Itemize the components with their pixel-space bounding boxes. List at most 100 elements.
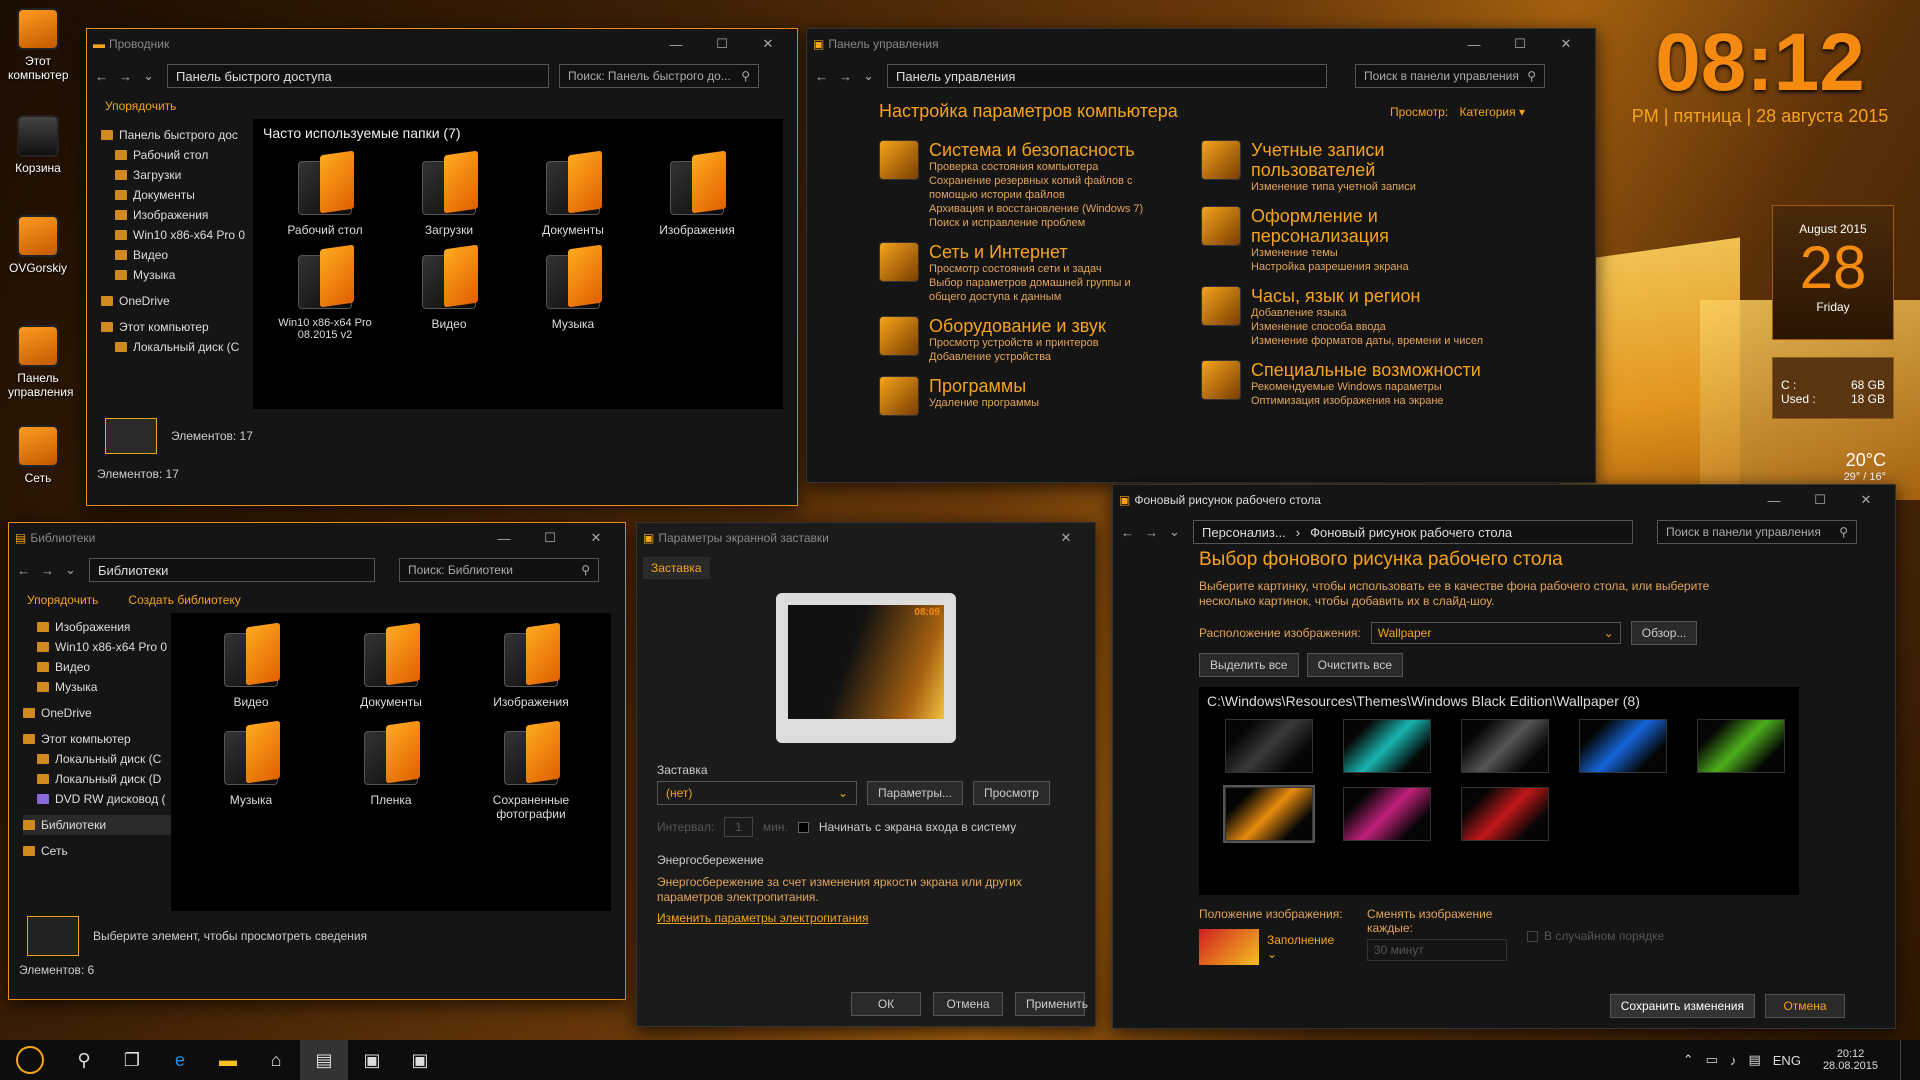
search-input[interactable]: Поиск в панели управления ⚲ bbox=[1657, 520, 1857, 544]
tree-item[interactable]: Музыка bbox=[23, 677, 171, 697]
interval-select[interactable]: 30 минут bbox=[1367, 939, 1507, 961]
power-settings-link[interactable]: Изменить параметры электропитания bbox=[657, 911, 1075, 925]
content-pane[interactable]: Видео Документы Изображения Музыка Пленк… bbox=[171, 613, 611, 911]
tree-item[interactable]: Рабочий стол bbox=[101, 145, 247, 165]
task-link[interactable]: Настройка разрешения экрана bbox=[1251, 260, 1501, 274]
close-button[interactable]: ✕ bbox=[573, 530, 619, 546]
task-link[interactable]: Архивация и восстановление (Windows 7) bbox=[929, 202, 1169, 216]
volume-icon[interactable]: ♪ bbox=[1730, 1053, 1737, 1068]
back-button[interactable]: ← bbox=[95, 69, 109, 84]
folder-item[interactable]: Изображения bbox=[635, 149, 759, 237]
address-bar[interactable]: Библиотеки bbox=[89, 558, 375, 582]
close-button[interactable]: ✕ bbox=[1543, 36, 1589, 52]
forward-button[interactable]: → bbox=[839, 69, 853, 84]
tree-item[interactable]: DVD RW дисковод ( bbox=[23, 789, 171, 809]
back-button[interactable]: ← bbox=[815, 69, 829, 84]
tree-item[interactable]: Локальный диск (D bbox=[23, 769, 171, 789]
preview-button[interactable]: Просмотр bbox=[972, 781, 1050, 805]
cancel-button[interactable]: Отмена bbox=[1765, 994, 1845, 1018]
tree-item[interactable]: Сеть bbox=[23, 841, 171, 861]
task-view-icon[interactable]: ❐ bbox=[108, 1040, 156, 1080]
tree-item[interactable]: OneDrive bbox=[23, 703, 171, 723]
tree-item[interactable]: Win10 x86-x64 Pro 0 bbox=[23, 637, 171, 657]
task-link[interactable]: Оптимизация изображения на экране bbox=[1251, 394, 1481, 408]
maximize-button[interactable]: ☐ bbox=[527, 530, 573, 546]
tree-item[interactable]: Изображения bbox=[101, 205, 247, 225]
category-link[interactable]: Программы bbox=[929, 376, 1039, 396]
desktop-icon-network[interactable]: Сеть bbox=[8, 425, 68, 485]
task-link[interactable]: Изменение форматов даты, времени и чисел bbox=[1251, 334, 1483, 348]
library-item[interactable]: Сохраненные фотографии bbox=[461, 719, 601, 821]
category-link[interactable]: Система и безопасность bbox=[929, 140, 1169, 160]
category-link[interactable]: Специальные возможности bbox=[1251, 360, 1481, 380]
notifications-icon[interactable]: ▤ bbox=[1748, 1052, 1760, 1068]
nav-pane[interactable]: Изображения Win10 x86-x64 Pro 0 Видео Му… bbox=[9, 613, 171, 911]
wallpaper-thumb[interactable] bbox=[1461, 719, 1549, 773]
settings-button[interactable]: Параметры... bbox=[867, 781, 963, 805]
libraries-window[interactable]: ▤ Библиотеки — ☐ ✕ ← → ⌄ Библиотеки Поиск: Биб… bbox=[8, 522, 626, 1000]
history-button[interactable]: ⌄ bbox=[863, 68, 877, 84]
location-select[interactable]: Wallpaper ⌄ bbox=[1370, 622, 1621, 644]
position-select[interactable]: Заполнение ⌄ bbox=[1267, 933, 1347, 961]
tree-item[interactable]: Видео bbox=[23, 657, 171, 677]
wallpaper-gallery[interactable]: C:\Windows\Resources\Themes\Windows Blac… bbox=[1199, 687, 1799, 895]
task-link[interactable]: Рекомендуемые Windows параметры bbox=[1251, 380, 1481, 394]
tree-item[interactable]: Этот компьютер bbox=[101, 317, 247, 337]
start-button[interactable] bbox=[0, 1040, 60, 1080]
tree-item[interactable]: Панель быстрого дос bbox=[101, 125, 247, 145]
file-explorer-icon[interactable]: ▬ bbox=[204, 1040, 252, 1080]
section-header[interactable]: Часто используемые папки (7) bbox=[263, 125, 773, 141]
ok-button[interactable]: ОК bbox=[851, 992, 921, 1016]
organize-button[interactable]: Упорядочить bbox=[27, 593, 98, 607]
tree-item[interactable]: Этот компьютер bbox=[23, 729, 171, 749]
task-link[interactable]: Поиск и исправление проблем bbox=[929, 216, 1169, 230]
control-panel-window[interactable]: ▣ Панель управления — ☐ ✕ ← → ⌄ Панель управле… bbox=[806, 28, 1596, 483]
close-button[interactable]: ✕ bbox=[1843, 492, 1889, 508]
logon-checkbox[interactable] bbox=[797, 821, 809, 833]
library-item[interactable]: Музыка bbox=[181, 719, 321, 821]
tree-item-selected[interactable]: Библиотеки bbox=[23, 815, 171, 835]
minimize-button[interactable]: — bbox=[653, 37, 699, 52]
task-link[interactable]: Добавление языка bbox=[1251, 306, 1483, 320]
content-pane[interactable]: Часто используемые папки (7) Рабочий сто… bbox=[253, 119, 783, 409]
close-button[interactable]: ✕ bbox=[745, 36, 791, 52]
category-link[interactable]: Учетные записи пользователей bbox=[1251, 140, 1501, 180]
view-selector[interactable]: Категория bbox=[1460, 105, 1516, 119]
tray-clock[interactable]: 20:12 28.08.2015 bbox=[1823, 1048, 1878, 1072]
minimize-button[interactable]: — bbox=[1751, 493, 1797, 508]
wallpaper-thumb[interactable] bbox=[1225, 719, 1313, 773]
address-bar[interactable]: Панель управления bbox=[887, 64, 1327, 88]
browse-button[interactable]: Обзор... bbox=[1630, 621, 1698, 645]
show-desktop-button[interactable] bbox=[1900, 1040, 1910, 1080]
back-button[interactable]: ← bbox=[1121, 525, 1135, 540]
language-indicator[interactable]: ENG bbox=[1773, 1053, 1801, 1068]
tree-item[interactable]: Win10 x86-x64 Pro 0 bbox=[101, 225, 247, 245]
category-link[interactable]: Оформление и персонализация bbox=[1251, 206, 1501, 246]
desktop-icon-recycle-bin[interactable]: Корзина bbox=[8, 115, 68, 175]
screensaver-dialog[interactable]: ▣ Параметры экранной заставки ✕ Заставка 0… bbox=[636, 522, 1096, 1027]
forward-button[interactable]: → bbox=[119, 69, 133, 84]
category-link[interactable]: Оборудование и звук bbox=[929, 316, 1106, 336]
interval-spinner[interactable]: 1 bbox=[724, 817, 753, 837]
tree-item[interactable]: Локальный диск (C bbox=[101, 337, 247, 357]
tree-item[interactable]: Изображения bbox=[23, 617, 171, 637]
cancel-button[interactable]: Отмена bbox=[933, 992, 1003, 1016]
maximize-button[interactable]: ☐ bbox=[699, 36, 745, 52]
category-link[interactable]: Сеть и Интернет bbox=[929, 242, 1169, 262]
apply-button[interactable]: Применить bbox=[1015, 992, 1088, 1016]
folder-item[interactable]: Видео bbox=[387, 243, 511, 341]
clear-all-button[interactable]: Очистить все bbox=[1306, 653, 1404, 677]
task-link[interactable]: Просмотр состояния сети и задач bbox=[929, 262, 1169, 276]
explorer-window[interactable]: ▬ Проводник — ☐ ✕ ← → ⌄ Панель быстрого доступ… bbox=[86, 28, 798, 506]
tree-item[interactable]: Видео bbox=[101, 245, 247, 265]
screensaver-select[interactable]: (нет) ⌄ bbox=[657, 781, 857, 805]
address-bar[interactable]: Персонализ... › Фоновый рисунок рабочего с… bbox=[1193, 520, 1633, 544]
task-link[interactable]: Выбор параметров домашней группы и общег… bbox=[929, 276, 1169, 304]
folder-item[interactable]: Win10 x86-x64 Pro 08.2015 v2 bbox=[263, 243, 387, 341]
gallery-folder-header[interactable]: C:\Windows\Resources\Themes\Windows Blac… bbox=[1207, 693, 1791, 709]
library-item[interactable]: Видео bbox=[181, 621, 321, 709]
wallpaper-thumb-selected[interactable] bbox=[1223, 785, 1315, 843]
search-icon[interactable]: ⚲ bbox=[60, 1040, 108, 1080]
task-link[interactable]: Добавление устройства bbox=[929, 350, 1106, 364]
nav-pane[interactable]: Панель быстрого дос Рабочий стол Загрузк… bbox=[87, 119, 247, 409]
